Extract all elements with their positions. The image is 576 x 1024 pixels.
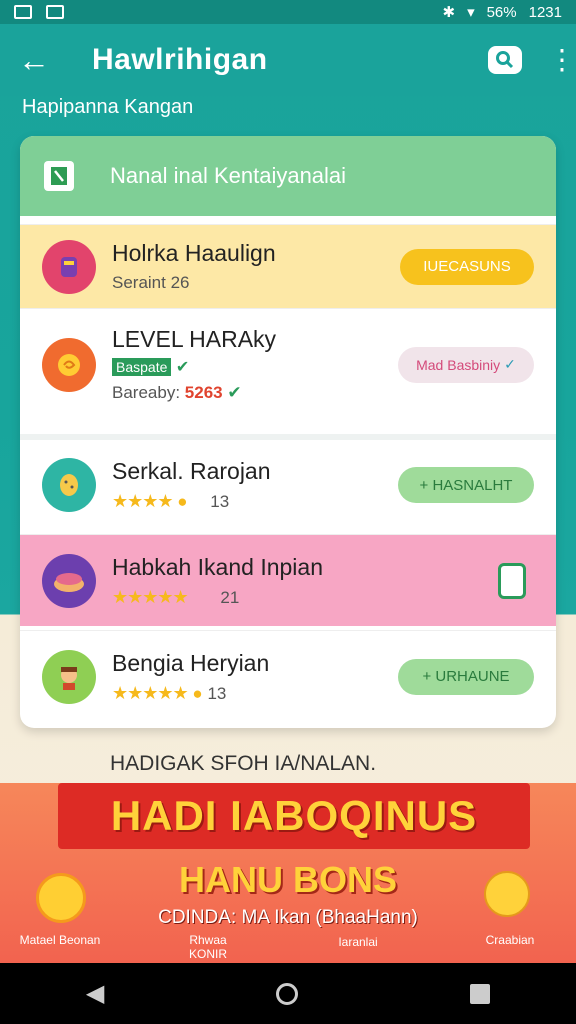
nav-back-icon[interactable]: ◀ <box>86 979 104 1008</box>
avatar <box>42 458 96 512</box>
check-icon: ✓ <box>504 356 516 372</box>
subtitle: Hapipanna Kangan <box>22 96 194 118</box>
check-icon: ✔ <box>227 383 242 402</box>
item-name: LEVEL HARAky <box>112 326 277 352</box>
page-title: Hawlrihigan <box>92 43 268 76</box>
smiley-icon <box>484 871 530 917</box>
badge-icon <box>44 161 74 191</box>
more-icon[interactable]: ⋮ <box>548 46 576 74</box>
banner-caption: Rhwaa KONIR <box>188 933 227 961</box>
plus-icon: + <box>422 668 432 685</box>
coin-icon: ● <box>177 492 188 511</box>
avatar <box>42 649 96 704</box>
banner-caption: Craabian <box>485 933 535 947</box>
item-count: 13 <box>207 683 227 703</box>
notification-icon <box>14 5 32 19</box>
item-count: 21 <box>220 587 240 607</box>
rating-stars: ★★★★ <box>112 491 174 511</box>
list-item[interactable]: Holrka Haaulign Seraint 26 IUECASUNS <box>20 224 556 308</box>
item-name: Serkal. Rarojan <box>112 458 271 484</box>
status-bar: ✱ ▾ 56% 1231 <box>0 0 576 24</box>
avatar <box>42 239 96 294</box>
claim-button-label: HASNALHT <box>432 476 513 494</box>
claim-button-label: URHAUNE <box>435 668 510 685</box>
item-count: 13 <box>210 492 230 511</box>
panel-header: Nanal inal Kentaiyanalai <box>20 136 556 216</box>
check-icon: ✔ <box>175 359 190 376</box>
banner-tagline: CDINDA: MA Ikan (BhaaHann) <box>158 907 418 928</box>
section-label: HADIGAK SFOH IA/NALAN. <box>110 752 377 775</box>
panel-header-title: Nanal inal Kentaiyanalai <box>110 163 347 188</box>
claim-button[interactable]: Mad Basbiniy ✓ <box>398 346 534 383</box>
bag-icon[interactable] <box>498 562 526 599</box>
claim-button-label: Mad Basbiniy <box>416 356 501 373</box>
status-badge: Baspate <box>112 358 172 376</box>
claim-button[interactable]: + URHAUNE <box>398 658 534 695</box>
banner-title: HADI IABOQINUS <box>58 783 530 849</box>
item-name: Habkah Ikand Inpian <box>112 553 323 580</box>
rating-stars: ★★★★★ <box>112 586 189 607</box>
item-subtitle: Seraint 26 <box>112 273 190 292</box>
list-item[interactable]: Bengia Heryian ★★★★★ ● 13 + URHAUNE <box>20 630 556 722</box>
back-icon[interactable]: ← <box>18 42 58 79</box>
item-value: 5263 <box>184 383 223 402</box>
search-icon[interactable] <box>488 46 522 74</box>
wifi-icon: ▾ <box>467 4 475 21</box>
list-item[interactable]: Habkah Ikand Inpian ★★★★★ 21 <box>20 534 556 626</box>
app-bar: ← Hawlrihigan ⋮ <box>0 24 576 96</box>
coin-icon: ● <box>192 683 203 703</box>
avatar <box>42 553 96 608</box>
system-nav-bar: ◀ <box>0 963 576 1024</box>
battery-percent: 56% <box>486 3 517 21</box>
item-subtitle: Bareaby: <box>112 383 181 402</box>
rating-stars: ★★★★★ <box>112 682 189 703</box>
image-icon <box>46 5 64 19</box>
list-item[interactable]: LEVEL HARAky Baspate ✔ Bareaby: 5263 ✔ M… <box>20 308 556 420</box>
promo-banner[interactable]: HADI IABOQINUS HANU BONS CDINDA: MA Ikan… <box>0 783 576 963</box>
nav-recents-icon[interactable] <box>470 983 491 1004</box>
plus-icon: + <box>419 476 429 494</box>
item-name: Bengia Heryian <box>112 649 270 676</box>
sun-icon <box>36 873 86 923</box>
nav-home-icon[interactable] <box>276 982 299 1005</box>
avatar <box>42 337 96 392</box>
claim-button[interactable]: IUECASUNS <box>400 248 534 285</box>
list-item[interactable]: Serkal. Rarojan ★★★★ ● 13 + HASNALHT <box>20 434 556 530</box>
banner-caption: Matael Beonan <box>19 933 101 947</box>
item-name: Holrka Haaulign <box>112 240 276 266</box>
banner-caption: Iaranlai <box>338 935 378 949</box>
claim-button[interactable]: + HASNALHT <box>398 467 534 503</box>
clock: 1231 <box>528 3 562 21</box>
bluetooth-icon: ✱ <box>442 4 456 21</box>
rewards-panel: Nanal inal Kentaiyanalai Holrka Haaulign… <box>20 136 556 728</box>
